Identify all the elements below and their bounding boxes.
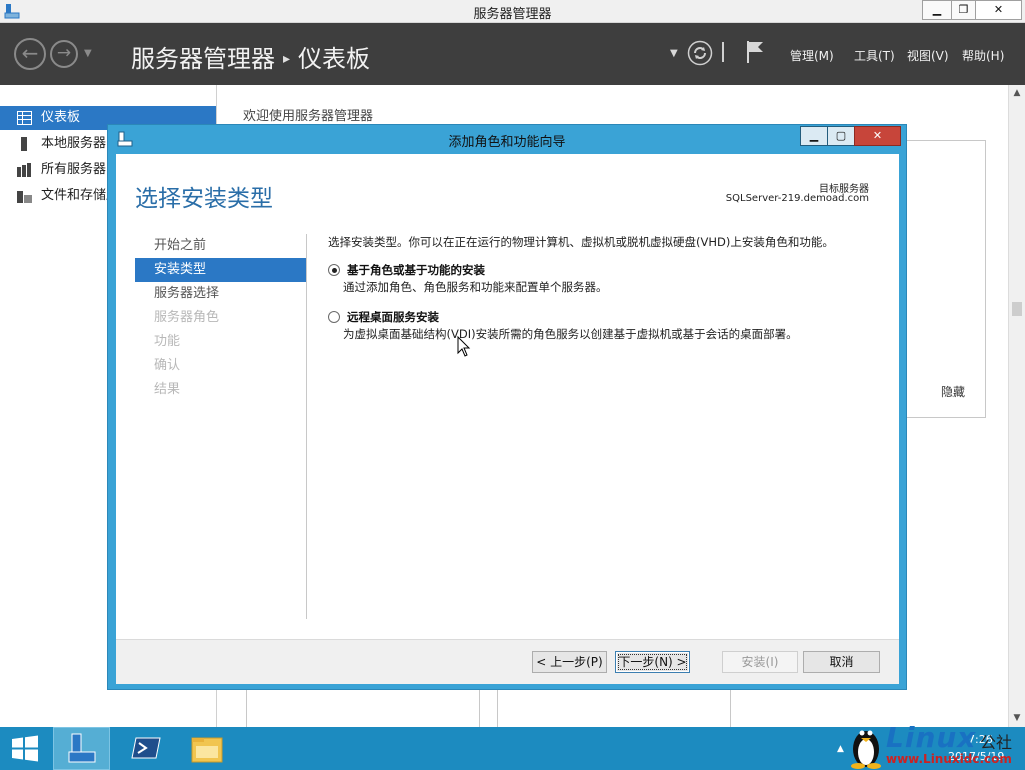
option-title[interactable]: 基于角色或基于功能的安装 — [347, 262, 485, 278]
server-icon — [21, 137, 27, 151]
dashboard-icon — [17, 111, 32, 125]
refresh-icon[interactable] — [687, 40, 713, 66]
wizard-footer: < 上一步(P) 下一步(N) > 安装(I) 取消 — [116, 639, 899, 684]
taskbar-server-manager[interactable] — [53, 727, 110, 770]
close-button[interactable]: ✕ — [975, 0, 1022, 20]
target-server-name: SQLServer-219.demoad.com — [725, 193, 869, 204]
sidebar-item-label: 所有服务器 — [41, 162, 107, 177]
previous-button[interactable]: < 上一步(P) — [532, 651, 607, 673]
sidebar-item-label: 本地服务器 — [41, 136, 107, 151]
wizard-maximize-button[interactable]: ▢ — [827, 126, 855, 146]
toolbar-divider — [722, 42, 724, 62]
server-manager-taskbar-icon — [68, 733, 96, 763]
install-button: 安装(I) — [722, 651, 798, 673]
history-dropdown-icon[interactable]: ▼ — [84, 48, 92, 59]
storage-icon — [17, 191, 32, 203]
window-titlebar: 服务器管理器 ▁ ❐ ✕ — [0, 0, 1025, 23]
wizard-title: 添加角色和功能向导 — [448, 135, 566, 150]
step-server-roles: 服务器角色 — [154, 310, 220, 325]
step-features: 功能 — [154, 334, 181, 349]
start-button-windows-icon[interactable] — [10, 735, 40, 762]
forward-button[interactable]: → — [50, 40, 78, 68]
menu-manage[interactable]: 管理(M) — [790, 47, 834, 64]
step-confirmation: 确认 — [154, 358, 181, 373]
scroll-up-icon[interactable]: ▲ — [1009, 88, 1025, 98]
wizard-titlebar: 添加角色和功能向导 ▁ ▢ ✕ — [108, 125, 906, 154]
menu-tools[interactable]: 工具(T) — [854, 47, 895, 64]
option-description: 为虚拟桌面基础结构(VDI)安装所需的角色服务以创建基于虚拟机或基于会话的桌面部… — [343, 327, 798, 341]
show-hidden-icons-icon[interactable]: ▲ — [837, 744, 844, 754]
vertical-scrollbar[interactable]: ▲ ▼ — [1008, 85, 1025, 727]
radio-remote-desktop[interactable] — [328, 311, 340, 323]
step-server-selection[interactable]: 服务器选择 — [135, 282, 306, 306]
folder-icon — [191, 737, 223, 763]
watermark-brand: Linux — [886, 721, 977, 754]
page-title: 选择安装类型 — [135, 186, 273, 212]
menu-view[interactable]: 视图(V) — [907, 47, 949, 64]
option-description: 通过添加角色、角色服务和功能来配置单个服务器。 — [343, 280, 608, 294]
powershell-icon — [131, 737, 161, 759]
step-before-you-begin[interactable]: 开始之前 — [135, 234, 306, 258]
cancel-button[interactable]: 取消 — [803, 651, 880, 673]
taskbar-powershell[interactable] — [118, 727, 175, 770]
option-title[interactable]: 远程桌面服务安装 — [347, 309, 439, 325]
scroll-thumb[interactable] — [1012, 302, 1022, 316]
refresh-dropdown-icon[interactable]: ▼ — [670, 48, 678, 59]
mouse-cursor-icon — [457, 336, 471, 357]
watermark-brand-cn: 公社 — [980, 733, 1013, 752]
wizard-minimize-button[interactable]: ▁ — [800, 126, 828, 146]
welcome-heading: 欢迎使用服务器管理器 — [243, 109, 374, 124]
wizard-close-button[interactable]: ✕ — [854, 126, 901, 146]
window-title: 服务器管理器 — [473, 7, 552, 22]
wizard-body: 选择安装类型 目标服务器 SQLServer-219.demoad.com 开始… — [116, 154, 899, 684]
steps-divider — [306, 234, 307, 619]
breadcrumb-separator-icon: ▸ — [283, 51, 291, 67]
breadcrumb-root[interactable]: 服务器管理器 — [131, 45, 275, 73]
breadcrumb-current: 仪表板 — [298, 45, 371, 73]
step-results: 结果 — [154, 382, 181, 397]
installation-type-description: 选择安装类型。你可以在正在运行的物理计算机、虚拟机或脱机虚拟硬盘(VHD)上安装… — [328, 235, 834, 249]
radio-role-based[interactable] — [328, 264, 340, 276]
step-installation-type[interactable]: 安装类型 — [135, 258, 306, 282]
tux-penguin-icon — [851, 730, 881, 769]
hide-link[interactable]: 隐藏 — [941, 383, 965, 400]
back-button[interactable]: ← — [14, 38, 46, 70]
servers-icon — [17, 163, 31, 177]
restore-button[interactable]: ❐ — [951, 0, 976, 20]
add-roles-wizard-dialog: 添加角色和功能向导 ▁ ▢ ✕ 选择安装类型 目标服务器 SQLServer-2… — [107, 124, 907, 690]
taskbar-file-explorer[interactable] — [180, 727, 237, 770]
next-button[interactable]: 下一步(N) > — [615, 651, 690, 673]
sidebar-item-label: 仪表板 — [41, 110, 81, 125]
watermark: Linux 公社 www.Linuxidc.com — [848, 721, 1025, 770]
breadcrumb: 服务器管理器 ▸ 仪表板 — [131, 39, 370, 74]
menu-help[interactable]: 帮助(H) — [962, 47, 1004, 64]
notifications-flag-icon[interactable] — [745, 39, 765, 65]
toolbar: ← → ▼ 服务器管理器 ▸ 仪表板 ▼ 管理(M) 工具(T) 视图(V) 帮助(… — [0, 23, 1025, 85]
watermark-url: www.Linuxidc.com — [886, 752, 1012, 766]
minimize-button[interactable]: ▁ — [922, 0, 952, 20]
